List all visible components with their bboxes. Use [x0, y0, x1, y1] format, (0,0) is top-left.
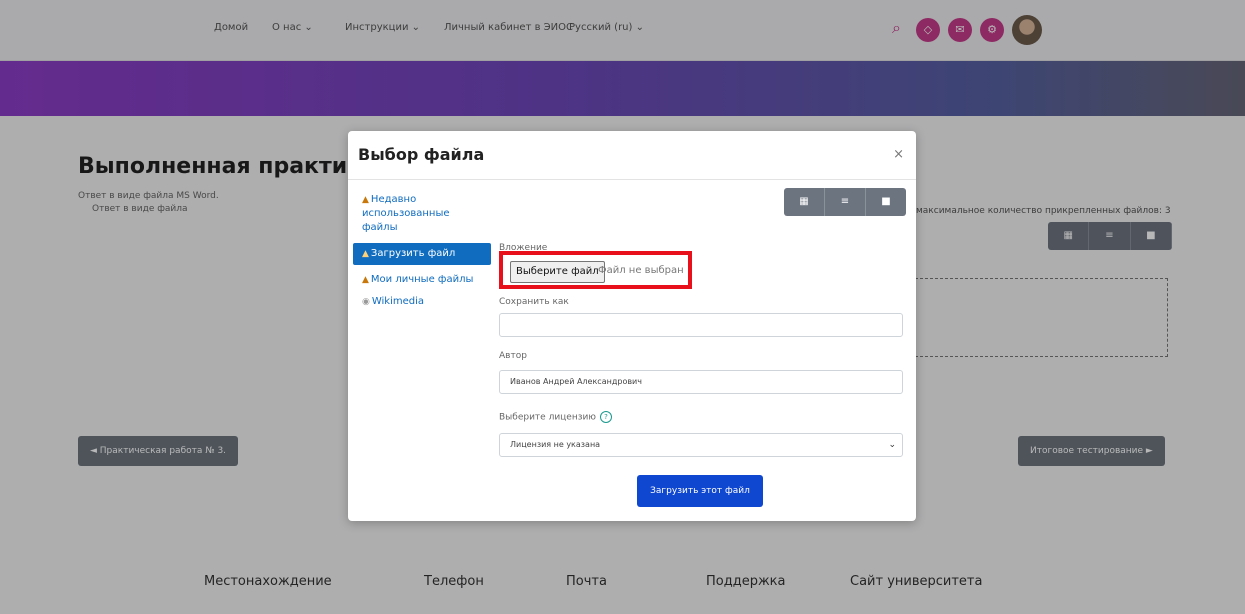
author-label: Автор: [499, 351, 527, 361]
author-input[interactable]: Иванов Андрей Александрович: [499, 370, 903, 394]
file-status-text: Файл не выбран: [598, 265, 684, 276]
license-select-value: Лицензия не указана: [510, 440, 601, 449]
close-icon[interactable]: ×: [893, 147, 904, 162]
repo-recent-files[interactable]: ▲ Недавно использованные файлы: [353, 189, 491, 239]
file-picker-dialog: Выбор файла × ▲ Недавно использованные фа…: [348, 131, 916, 521]
repo-wikimedia[interactable]: ◉ Wikimedia: [353, 291, 491, 313]
dialog-header: Выбор файла ×: [348, 131, 916, 180]
view-switcher: ▦ ≡ ■: [784, 188, 906, 216]
tree-view-icon[interactable]: ■: [866, 188, 906, 216]
list-view-icon[interactable]: ≡: [825, 188, 866, 216]
wikimedia-icon: ◉: [362, 297, 370, 307]
repo-private-files[interactable]: ▲ Мои личные файлы: [353, 269, 491, 291]
recent-files-icon: ▲: [362, 195, 369, 205]
choose-file-button[interactable]: Выберите файл: [510, 261, 605, 283]
dialog-title: Выбор файла: [358, 145, 485, 164]
private-files-icon: ▲: [362, 275, 369, 285]
repo-upload-file[interactable]: ▲ Загрузить файл: [353, 243, 491, 265]
repository-list: ▲ Недавно использованные файлы ▲ Загрузить…: [353, 189, 491, 313]
license-label: Выберите лицензию?: [499, 411, 612, 423]
chevron-down-icon: ⌄: [888, 440, 896, 450]
upload-icon: ▲: [362, 249, 369, 259]
license-label-text: Выберите лицензию: [499, 412, 596, 423]
file-input-highlight: Выберите файл Файл не выбран: [499, 251, 692, 289]
help-icon[interactable]: ?: [599, 411, 612, 423]
upload-file-button[interactable]: Загрузить этот файл: [637, 475, 763, 507]
save-as-input[interactable]: [499, 313, 903, 337]
license-select[interactable]: Лицензия не указана ⌄: [499, 433, 903, 457]
grid-view-icon[interactable]: ▦: [784, 188, 825, 216]
save-as-label: Сохранить как: [499, 297, 569, 307]
